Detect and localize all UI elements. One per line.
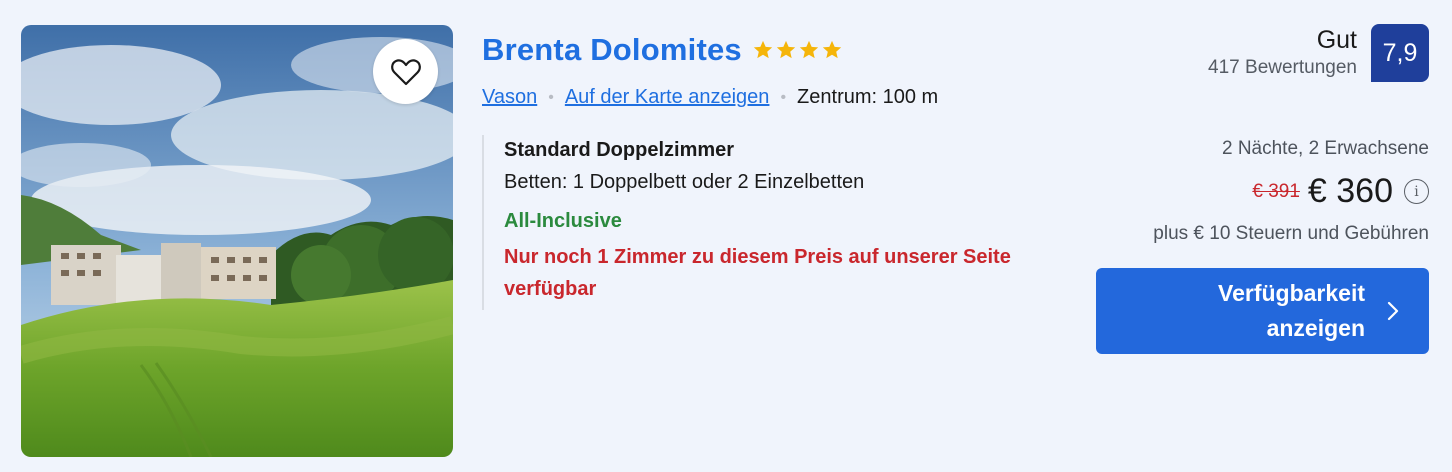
star-rating [752,39,843,61]
room-name: Standard Doppelzimmer [504,139,735,161]
current-price: € 360 [1307,172,1393,210]
hotel-name-link[interactable]: Brenta Dolomites [482,32,742,68]
rating-text: Gut 417 Bewertungen [1208,26,1357,79]
star-icon [822,40,842,59]
room-details: Standard Doppelzimmer Betten: 1 Doppelbe… [482,135,1042,310]
cta-label: Verfügbarkeit anzeigen [1218,280,1365,341]
chevron-right-icon [1387,301,1399,321]
show-on-map-link[interactable]: Auf der Karte anzeigen [565,86,770,109]
rating-word: Gut [1316,26,1357,54]
star-icon [799,40,819,59]
score-badge: 7,9 [1371,24,1429,82]
price-panel: Gut 417 Bewertungen 7,9 2 Nächte, 2 Erwa… [1089,24,1429,245]
favorite-button[interactable] [373,39,438,104]
old-price: € 391 [1252,180,1300,202]
separator-dot: • [548,88,554,106]
rating-row[interactable]: Gut 417 Bewertungen 7,9 [1089,24,1429,82]
price-row: € 391 € 360 i [1089,172,1429,211]
bed-info: Betten: 1 Doppelbett oder 2 Einzelbetten [504,171,865,193]
check-availability-button[interactable]: Verfügbarkeit anzeigen [1096,268,1429,354]
taxes-text: plus € 10 Steuern und Gebühren [1153,223,1429,244]
title-row: Brenta Dolomites [482,30,1062,70]
star-icon [753,40,773,59]
info-icon[interactable]: i [1404,179,1429,204]
location-row: Vason • Auf der Karte anzeigen • Zentrum… [482,86,1062,109]
stay-summary: 2 Nächte, 2 Erwachsene [1221,138,1429,159]
separator-dot: • [780,88,787,106]
star-icon [776,40,796,59]
location-link[interactable]: Vason [482,86,537,109]
board-type: All-Inclusive [504,210,622,232]
distance-text: Zentrum: 100 m [797,86,939,108]
review-count: 417 Bewertungen [1208,57,1357,78]
scarcity-message: Nur noch 1 Zimmer zu diesem Preis auf un… [504,246,1011,300]
heart-outline-icon [390,58,421,85]
hotel-info: Brenta Dolomites Vason • Auf der Karte a… [482,30,1062,109]
